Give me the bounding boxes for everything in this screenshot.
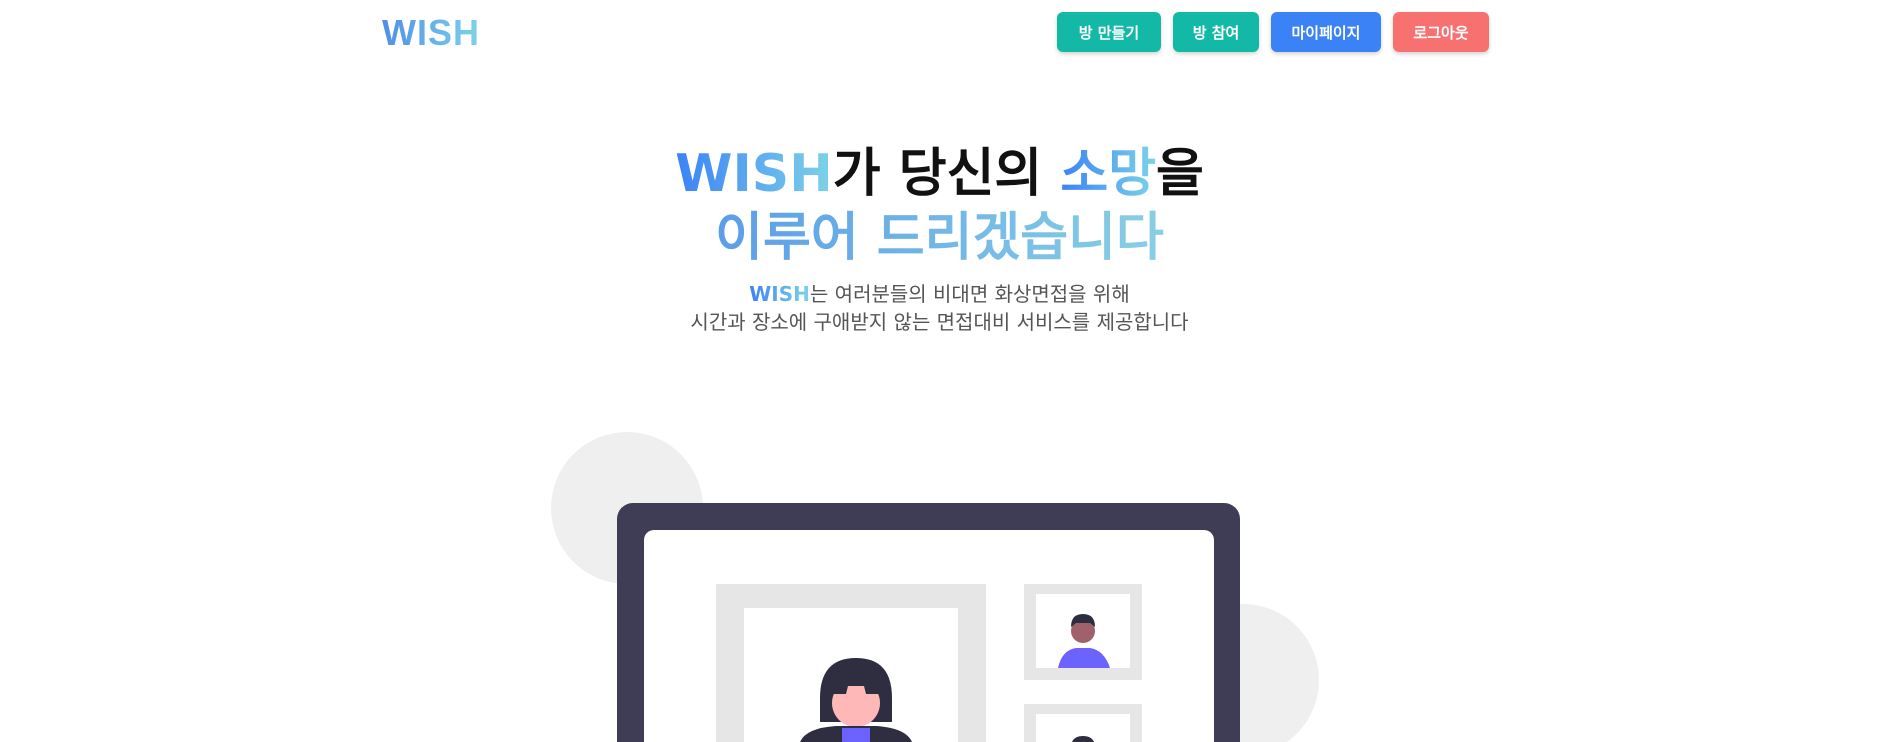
video-conference-illustration [551, 432, 1319, 742]
landing-page: WISH 방 만들기 방 참여 마이페이지 로그아웃 WISH가 당신의 소망을… [0, 0, 1879, 742]
